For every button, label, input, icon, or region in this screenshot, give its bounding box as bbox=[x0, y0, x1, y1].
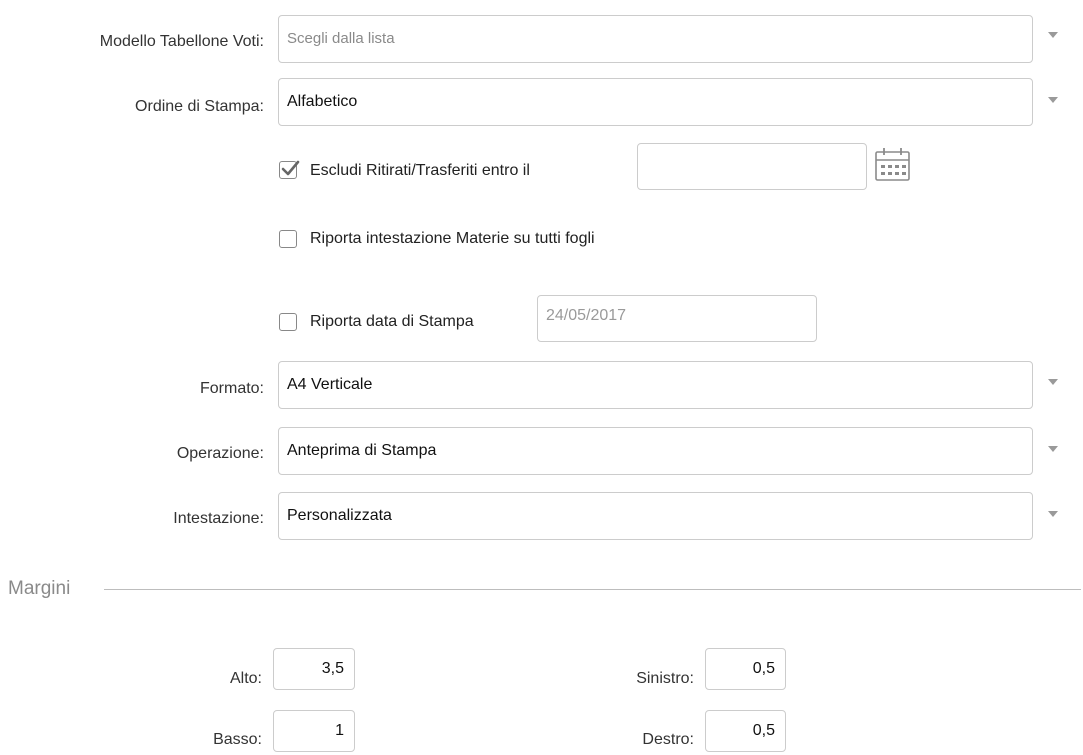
basso-input[interactable]: 1 bbox=[273, 710, 355, 752]
intestazione-label: Intestazione: bbox=[173, 510, 264, 527]
riporta-data-date-input: 24/05/2017 bbox=[537, 295, 817, 342]
margini-section-title: Margini bbox=[8, 578, 71, 599]
riporta-intestazione-label: Riporta intestazione Materie su tutti fo… bbox=[310, 230, 595, 247]
operazione-dropdown-icon[interactable] bbox=[1048, 446, 1058, 452]
intestazione-dropdown-icon[interactable] bbox=[1048, 511, 1058, 517]
intestazione-select[interactable]: Personalizzata bbox=[278, 492, 1033, 540]
destro-label: Destro: bbox=[642, 731, 694, 748]
formato-dropdown-icon[interactable] bbox=[1048, 379, 1058, 385]
modello-select[interactable]: Scegli dalla lista bbox=[278, 15, 1033, 63]
ordine-dropdown-icon[interactable] bbox=[1048, 97, 1058, 103]
alto-label: Alto: bbox=[229, 670, 262, 687]
escludi-date-input[interactable] bbox=[637, 143, 867, 190]
margini-divider bbox=[104, 589, 1081, 590]
modello-dropdown-icon[interactable] bbox=[1048, 32, 1058, 38]
riporta-intestazione-checkbox[interactable] bbox=[279, 230, 297, 248]
basso-label: Basso: bbox=[213, 731, 262, 748]
modello-label: Modello Tabellone Voti: bbox=[99, 33, 264, 50]
checkmark-icon bbox=[281, 160, 300, 176]
riporta-data-label: Riporta data di Stampa bbox=[310, 313, 474, 330]
riporta-data-checkbox[interactable] bbox=[279, 313, 297, 331]
destro-input[interactable]: 0,5 bbox=[705, 710, 786, 752]
formato-label: Formato: bbox=[199, 380, 264, 397]
ordine-select[interactable]: Alfabetico bbox=[278, 78, 1033, 126]
calendar-icon[interactable] bbox=[873, 146, 913, 184]
formato-select[interactable]: A4 Verticale bbox=[278, 361, 1033, 409]
operazione-select[interactable]: Anteprima di Stampa bbox=[278, 427, 1033, 475]
sinistro-input[interactable]: 0,5 bbox=[705, 648, 786, 690]
operazione-label: Operazione: bbox=[176, 445, 264, 462]
escludi-label: Escludi Ritirati/Trasferiti entro il bbox=[310, 162, 530, 179]
ordine-label: Ordine di Stampa: bbox=[135, 98, 264, 115]
sinistro-label: Sinistro: bbox=[636, 670, 694, 687]
escludi-checkbox[interactable] bbox=[279, 160, 300, 179]
alto-input[interactable]: 3,5 bbox=[273, 648, 355, 690]
